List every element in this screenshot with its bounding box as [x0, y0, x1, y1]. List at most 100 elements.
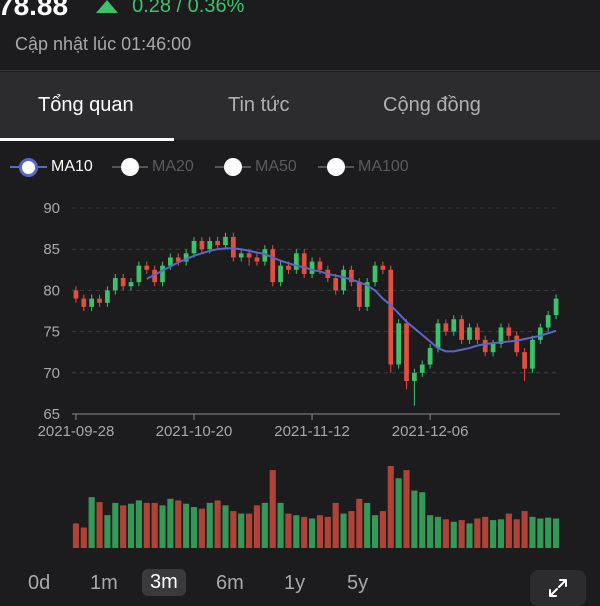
tab-community[interactable]: Cộng đồng	[383, 94, 481, 117]
volume-bar	[167, 498, 174, 548]
volume-bar	[427, 515, 434, 548]
volume-bar	[277, 502, 284, 548]
ma20-toggle[interactable]: MA20	[112, 154, 194, 180]
candle-body	[270, 249, 276, 283]
volume-bar	[379, 511, 386, 548]
price-change-value: 0.28 / 0.36%	[132, 0, 245, 17]
up-arrow-icon	[96, 0, 119, 13]
y-tick-label: 65	[43, 406, 60, 423]
candle-body	[482, 339, 488, 353]
volume-bar	[198, 508, 205, 548]
candle-body	[404, 323, 409, 382]
volume-bar	[434, 516, 442, 548]
tab-overview[interactable]: Tổng quan	[38, 94, 134, 117]
volume-bar	[308, 518, 316, 548]
ma100-dot-icon	[327, 158, 345, 176]
volume-bar	[206, 502, 213, 548]
volume-bar	[450, 521, 457, 548]
x-tick-label: 2021-12-06	[392, 423, 469, 440]
candle-body	[97, 298, 102, 303]
candle-body	[474, 327, 480, 340]
period-1m[interactable]: 1m	[90, 572, 118, 595]
volume-bar	[175, 500, 182, 548]
ma50-line-icon	[215, 166, 224, 168]
candle-body	[443, 323, 449, 332]
volume-bar	[159, 505, 166, 548]
candle-body	[223, 236, 228, 246]
candle-body	[388, 269, 394, 365]
expand-icon	[549, 579, 567, 597]
ma50-toggle[interactable]: MA50	[215, 154, 297, 180]
volume-bar	[120, 505, 127, 548]
candle-body	[89, 298, 95, 307]
volume-bar	[419, 492, 426, 548]
candle-body	[427, 348, 433, 365]
tab-bar: Tổng quan Tin tức Cộng đồng	[0, 72, 600, 140]
candle-body	[254, 257, 260, 262]
candle-body	[238, 253, 244, 258]
y-tick-label: 70	[43, 365, 60, 382]
candle-body	[105, 290, 110, 303]
x-tick-label: 2021-11-12	[274, 423, 350, 440]
volume-bar	[127, 503, 135, 548]
volume-bar	[72, 523, 80, 548]
period-1y[interactable]: 1y	[284, 572, 305, 595]
ma10-line	[146, 247, 557, 353]
candle-body	[128, 282, 134, 287]
volume-bar	[411, 490, 418, 548]
candle-body	[396, 323, 402, 365]
candle-body	[301, 253, 307, 274]
volume-bar	[324, 516, 331, 548]
volume-bar	[497, 519, 505, 548]
volume-bar	[96, 502, 103, 548]
volume-bar	[80, 527, 87, 548]
volume-bar	[151, 502, 158, 548]
candle-body	[451, 319, 457, 332]
candle-body	[506, 327, 512, 336]
price-change: 0.28 / 0.36%	[96, 0, 244, 18]
volume-bar	[552, 518, 560, 548]
ma50-dot-icon	[224, 158, 242, 176]
candle-body	[435, 323, 441, 349]
candle-body	[278, 265, 283, 283]
period-5y[interactable]: 5y	[347, 572, 368, 595]
candle-body	[207, 240, 213, 250]
volume-bar	[230, 511, 237, 548]
volume-bar	[364, 502, 371, 548]
ma10-line-icon	[38, 166, 47, 168]
candle-body	[215, 240, 220, 246]
ma100-toggle[interactable]: MA100	[318, 154, 409, 180]
y-tick-label: 90	[43, 200, 60, 217]
ma10-toggle[interactable]: MA10	[10, 154, 93, 180]
candle-body	[459, 319, 464, 340]
ma50-line-icon	[242, 166, 251, 168]
ma10-line-icon	[10, 166, 19, 168]
candle-body	[317, 261, 323, 270]
candle-body	[553, 298, 559, 316]
period-3m[interactable]: 3m	[142, 569, 186, 596]
tab-news[interactable]: Tin tức	[228, 94, 290, 117]
price-chart[interactable]: 90 85 80 75 70 652021-09-28 2021-10-20 2021-11-…	[0, 190, 600, 560]
expand-button[interactable]	[530, 570, 586, 606]
candle-body	[545, 315, 551, 328]
period-6m[interactable]: 6m	[216, 572, 244, 595]
x-tick-label: 2021-09-28	[38, 423, 115, 440]
period-0d[interactable]: 0d	[28, 572, 50, 595]
volume-bar	[505, 513, 512, 548]
ma20-dot-icon	[121, 158, 139, 176]
volume-bar	[403, 470, 410, 548]
volume-bar	[545, 517, 552, 548]
volume-bar	[143, 502, 150, 548]
candle-body	[144, 265, 150, 270]
candle-body	[467, 327, 472, 340]
volume-bar	[261, 502, 268, 548]
volume-bar	[513, 519, 520, 548]
candle-body	[120, 278, 126, 287]
ma-legend: MA10 MA20 MA50 MA100	[0, 154, 600, 180]
ma10-dot-icon	[19, 157, 38, 177]
candle-body	[136, 265, 142, 283]
volume-bar	[301, 516, 308, 548]
current-price: 78.88	[0, 0, 69, 21]
volume-bar	[340, 513, 347, 548]
volume-bar	[135, 500, 142, 548]
